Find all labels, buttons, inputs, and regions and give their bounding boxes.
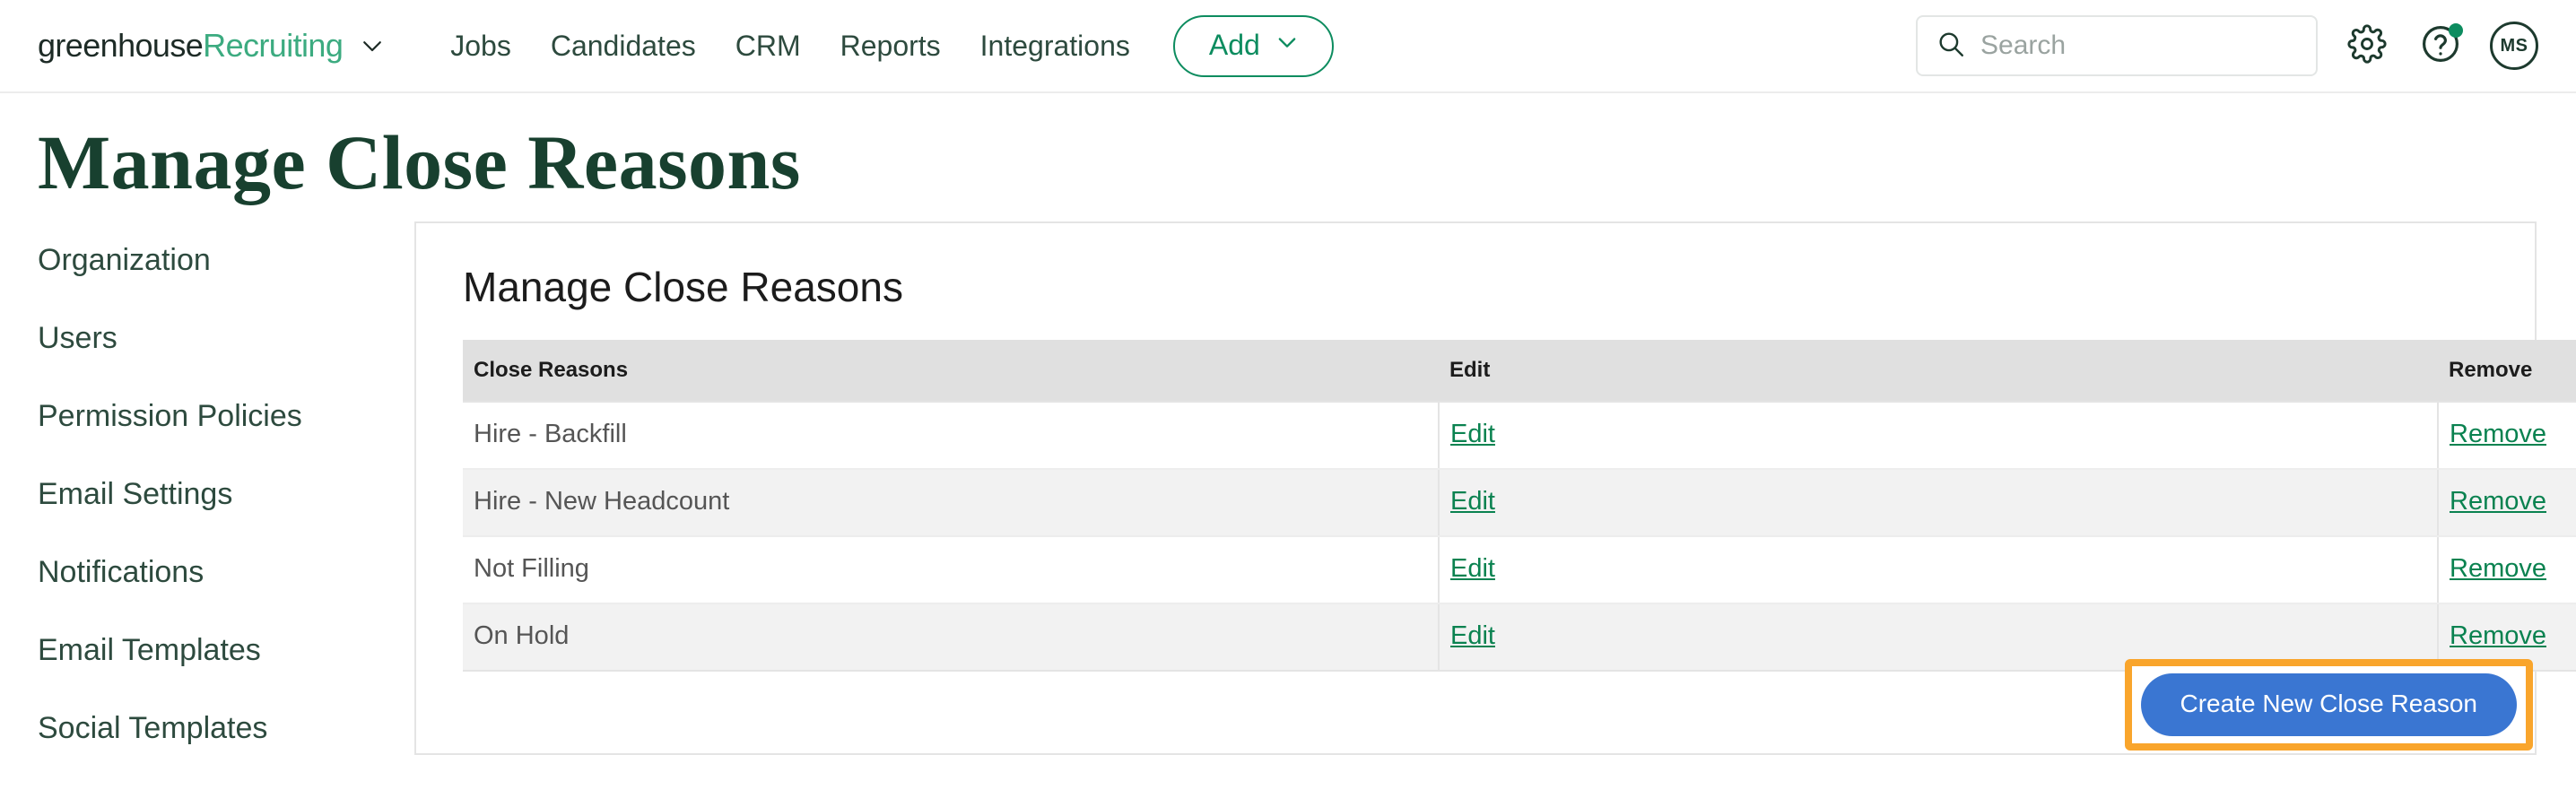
cell-remove: Remove xyxy=(2438,469,2576,536)
sidebar-item-social-templates[interactable]: Social Templates xyxy=(38,711,414,746)
table-head: Close Reasons Edit Remove xyxy=(463,340,2576,402)
cell-remove: Remove xyxy=(2438,402,2576,469)
sidebar-item-email-templates[interactable]: Email Templates xyxy=(38,633,414,668)
chevron-down-icon xyxy=(1275,29,1300,62)
cell-remove: Remove xyxy=(2438,536,2576,603)
cell-close-reason: Hire - Backfill xyxy=(463,402,1439,469)
table-row: Not Filling Edit Remove xyxy=(463,536,2576,603)
primary-nav-links: Jobs Candidates CRM Reports Integrations xyxy=(450,30,1130,63)
avatar[interactable]: MS xyxy=(2490,22,2538,70)
cell-edit: Edit xyxy=(1439,536,2438,603)
help-button[interactable] xyxy=(2416,22,2465,70)
cell-close-reason: Not Filling xyxy=(463,536,1439,603)
search-box[interactable] xyxy=(1916,15,2318,76)
settings-sidebar: Organization Users Permission Policies E… xyxy=(0,221,414,789)
notification-dot xyxy=(2449,23,2463,38)
remove-link[interactable]: Remove xyxy=(2450,487,2546,516)
nav-link-candidates[interactable]: Candidates xyxy=(551,30,696,63)
sidebar-item-email-settings[interactable]: Email Settings xyxy=(38,477,414,512)
brand-name: greenhouse xyxy=(38,27,203,64)
search-icon xyxy=(1936,29,1966,64)
create-button-highlight: Create New Close Reason xyxy=(2125,659,2534,751)
gear-icon xyxy=(2347,24,2387,68)
card-title: Manage Close Reasons xyxy=(463,263,2488,311)
nav-link-integrations[interactable]: Integrations xyxy=(980,30,1130,63)
brand-product-name: Recruiting xyxy=(203,27,343,64)
edit-link[interactable]: Edit xyxy=(1450,554,1495,583)
column-header-remove: Remove xyxy=(2438,340,2576,402)
column-header-close-reasons: Close Reasons xyxy=(463,340,1439,402)
column-header-edit: Edit xyxy=(1439,340,2438,402)
close-reasons-table: Close Reasons Edit Remove Hire - Backfil… xyxy=(463,340,2576,672)
edit-link[interactable]: Edit xyxy=(1450,420,1495,448)
table-body: Hire - Backfill Edit Remove Hire - New H… xyxy=(463,402,2576,671)
cell-close-reason: Hire - New Headcount xyxy=(463,469,1439,536)
avatar-initials: MS xyxy=(2501,36,2528,56)
nav-right-cluster: MS xyxy=(1916,15,2538,76)
brand-logo-menu[interactable]: greenhouseRecruiting xyxy=(38,27,386,65)
create-new-close-reason-button[interactable]: Create New Close Reason xyxy=(2141,673,2518,736)
search-input[interactable] xyxy=(1980,30,2298,61)
cell-close-reason: On Hold xyxy=(463,603,1439,671)
chevron-down-icon[interactable] xyxy=(359,32,386,59)
edit-link[interactable]: Edit xyxy=(1450,621,1495,650)
nav-link-jobs[interactable]: Jobs xyxy=(450,30,511,63)
nav-link-crm[interactable]: CRM xyxy=(735,30,801,63)
table-header-row: Close Reasons Edit Remove xyxy=(463,340,2576,402)
nav-link-reports[interactable]: Reports xyxy=(840,30,941,63)
table-row: Hire - Backfill Edit Remove xyxy=(463,402,2576,469)
page-title: Manage Close Reasons xyxy=(0,93,2576,205)
settings-button[interactable] xyxy=(2343,22,2391,70)
remove-link[interactable]: Remove xyxy=(2450,420,2546,448)
add-button[interactable]: Add xyxy=(1173,15,1334,77)
cell-edit: Edit xyxy=(1439,469,2438,536)
add-button-label: Add xyxy=(1209,29,1260,62)
sidebar-item-organization[interactable]: Organization xyxy=(38,243,414,278)
sidebar-item-permission-policies[interactable]: Permission Policies xyxy=(38,399,414,434)
remove-link[interactable]: Remove xyxy=(2450,621,2546,650)
page-body: Organization Users Permission Policies E… xyxy=(0,205,2576,789)
cell-edit: Edit xyxy=(1439,402,2438,469)
top-navigation-bar: greenhouseRecruiting Jobs Candidates CRM… xyxy=(0,0,2576,93)
sidebar-item-users[interactable]: Users xyxy=(38,321,414,356)
remove-link[interactable]: Remove xyxy=(2450,554,2546,583)
table-row: Hire - New Headcount Edit Remove xyxy=(463,469,2576,536)
manage-close-reasons-card: Manage Close Reasons Close Reasons Edit … xyxy=(414,221,2537,755)
brand-wordmark: greenhouseRecruiting xyxy=(38,27,343,65)
edit-link[interactable]: Edit xyxy=(1450,487,1495,516)
sidebar-item-notifications[interactable]: Notifications xyxy=(38,555,414,590)
